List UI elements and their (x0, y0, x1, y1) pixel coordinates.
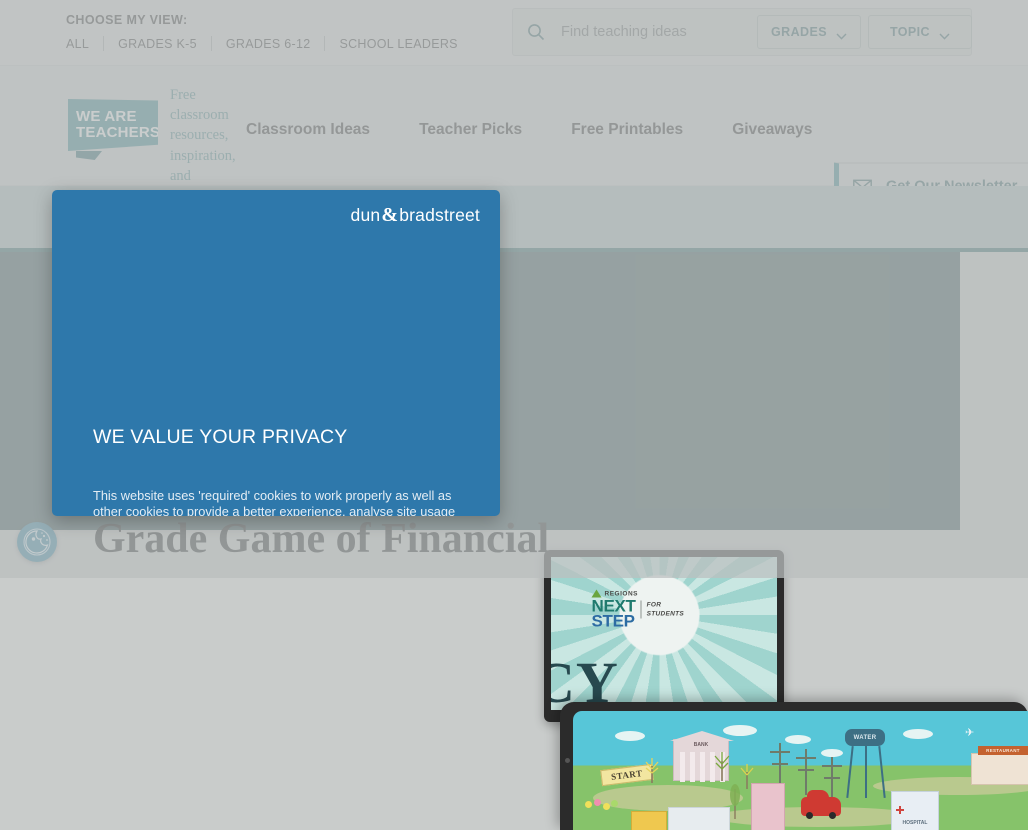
column (680, 752, 685, 782)
regions-brand-label: REGIONS (604, 590, 638, 598)
privacy-consent-dialog: dun & bradstreet WE VALUE YOUR PRIVACY T… (52, 190, 500, 516)
cloud (903, 729, 933, 739)
airplane-icon: ✈ (965, 727, 975, 739)
logo-ampersand: & (381, 204, 399, 226)
regions-triangle-icon (591, 589, 602, 598)
step-word: STEP (591, 611, 636, 631)
tablet-mockup: BANK WATER RESTAURANT HOSPITAL START ✈ (560, 702, 1028, 830)
flower (611, 800, 618, 807)
column (700, 752, 705, 782)
dialog-body: This website uses 'required' cookies to … (93, 488, 465, 516)
next-step-words: NEXT STEP (591, 596, 636, 631)
wheel (806, 812, 813, 819)
tree (643, 757, 661, 788)
dialog-title: WE VALUE YOUR PRIVACY (93, 426, 348, 448)
tree (729, 783, 741, 824)
next-word: NEXT (591, 596, 636, 616)
flower-bed (585, 799, 619, 815)
cloud (615, 731, 645, 741)
for-students-label: FOR STUDENTS (640, 600, 685, 619)
red-car (801, 790, 841, 819)
medical-cross-icon (896, 806, 904, 814)
bank-label: BANK (693, 742, 709, 748)
flower (594, 799, 601, 806)
tree (713, 751, 731, 786)
game-board-illustration: BANK WATER RESTAURANT HOSPITAL START ✈ (573, 711, 1028, 830)
logo-part-bradstreet: bradstreet (399, 205, 480, 225)
tablet-camera (565, 758, 570, 763)
regions-next-step-logo: REGIONS NEXT STEP FOR STUDENTS (591, 589, 737, 631)
cloud (723, 725, 757, 736)
consent-paragraph-1: This website uses 'required' cookies to … (93, 488, 456, 516)
townhouse (751, 783, 785, 830)
logo-part-dun: dun (350, 205, 381, 225)
column (690, 752, 695, 782)
restaurant-building: RESTAURANT (971, 746, 1028, 785)
dun-bradstreet-logo: dun & bradstreet (351, 204, 480, 227)
tower-leg (865, 746, 867, 798)
flower (585, 801, 592, 808)
restaurant-sign: RESTAURANT (978, 746, 1028, 755)
hospital-label: HOSPITAL (902, 820, 928, 826)
wheel (829, 812, 836, 819)
students-line: STUDENTS (646, 610, 685, 618)
tree (739, 763, 755, 794)
laptop-screen: REGIONS NEXT STEP FOR STUDENTS CY (551, 557, 777, 710)
hospital-building: HOSPITAL (891, 791, 939, 830)
water-tower-tank: WATER (845, 729, 885, 746)
next-step-wordmark: NEXT STEP FOR STUDENTS (591, 596, 737, 631)
cloud (821, 749, 843, 757)
tower-leg (846, 746, 854, 798)
power-pylon (795, 749, 817, 795)
hero-big-word: CY (551, 650, 619, 710)
yellow-building (631, 811, 667, 830)
tower-leg (878, 746, 886, 798)
for-line: FOR (646, 601, 662, 609)
flower (603, 803, 610, 810)
apartment-block (668, 807, 730, 830)
regions-brand: REGIONS (591, 589, 737, 598)
